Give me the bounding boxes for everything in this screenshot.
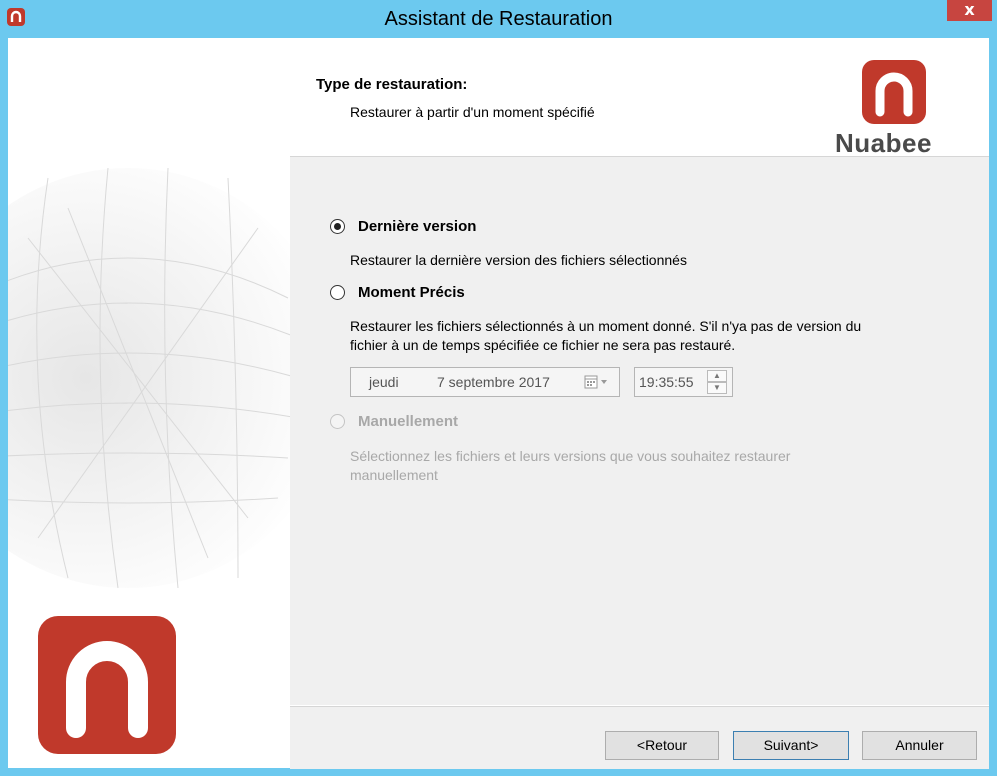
option-last-version-description: Restaurer la dernière version des fichie…: [350, 252, 687, 268]
option-manual-description-line2: manuellement: [350, 467, 438, 483]
header-title: Type de restauration:: [316, 76, 468, 93]
window-title: Assistant de Restauration: [384, 8, 613, 30]
title-bar[interactable]: Assistant de Restauration x: [0, 0, 997, 38]
date-value: 7 septembre 2017: [437, 374, 550, 390]
restore-type-options: Dernière version Restaurer la dernière v…: [290, 157, 989, 705]
wizard-client-area: Type de restauration: Restaurer à partir…: [8, 38, 989, 769]
wizard-footer: <Retour Suivant> Annuler: [290, 706, 989, 769]
wizard-window: Assistant de Restauration x Type de rest…: [0, 0, 997, 776]
option-precise-moment-description-line2: fichier à un de temps spécifiée ce fichi…: [350, 337, 736, 353]
cancel-button[interactable]: Annuler: [862, 731, 977, 760]
side-artwork-panel: [8, 38, 290, 768]
option-last-version-label[interactable]: Dernière version: [358, 218, 476, 235]
nuabee-large-logo-icon: [38, 616, 176, 754]
date-day: jeudi: [369, 374, 399, 390]
back-button[interactable]: <Retour: [605, 731, 719, 760]
time-spin-down-icon[interactable]: ▼: [707, 382, 727, 394]
header-subtitle: Restaurer à partir d'un moment spécifié: [350, 104, 595, 120]
calendar-dropdown-icon[interactable]: [584, 375, 610, 389]
radio-precise-moment[interactable]: [330, 285, 345, 300]
option-manual-description-line1: Sélectionnez les fichiers et leurs versi…: [350, 448, 791, 464]
time-picker[interactable]: 19:35:55 ▲ ▼: [634, 367, 733, 397]
brand-name: Nuabee: [835, 128, 932, 158]
radio-manual: [330, 414, 345, 429]
option-precise-moment-description-line1: Restaurer les fichiers sélectionnés à un…: [350, 318, 862, 334]
time-value: 19:35:55: [639, 374, 694, 390]
close-button[interactable]: x: [947, 0, 992, 21]
date-picker[interactable]: jeudi 7 septembre 2017: [350, 367, 620, 397]
time-spin-up-icon[interactable]: ▲: [707, 370, 727, 382]
radio-last-version[interactable]: [330, 219, 345, 234]
option-manual-label: Manuellement: [358, 413, 459, 430]
wizard-header: Type de restauration: Restaurer à partir…: [290, 38, 989, 158]
option-precise-moment-label[interactable]: Moment Précis: [358, 284, 465, 301]
nuabee-logo-icon: [862, 60, 926, 124]
next-button[interactable]: Suivant>: [733, 731, 849, 760]
